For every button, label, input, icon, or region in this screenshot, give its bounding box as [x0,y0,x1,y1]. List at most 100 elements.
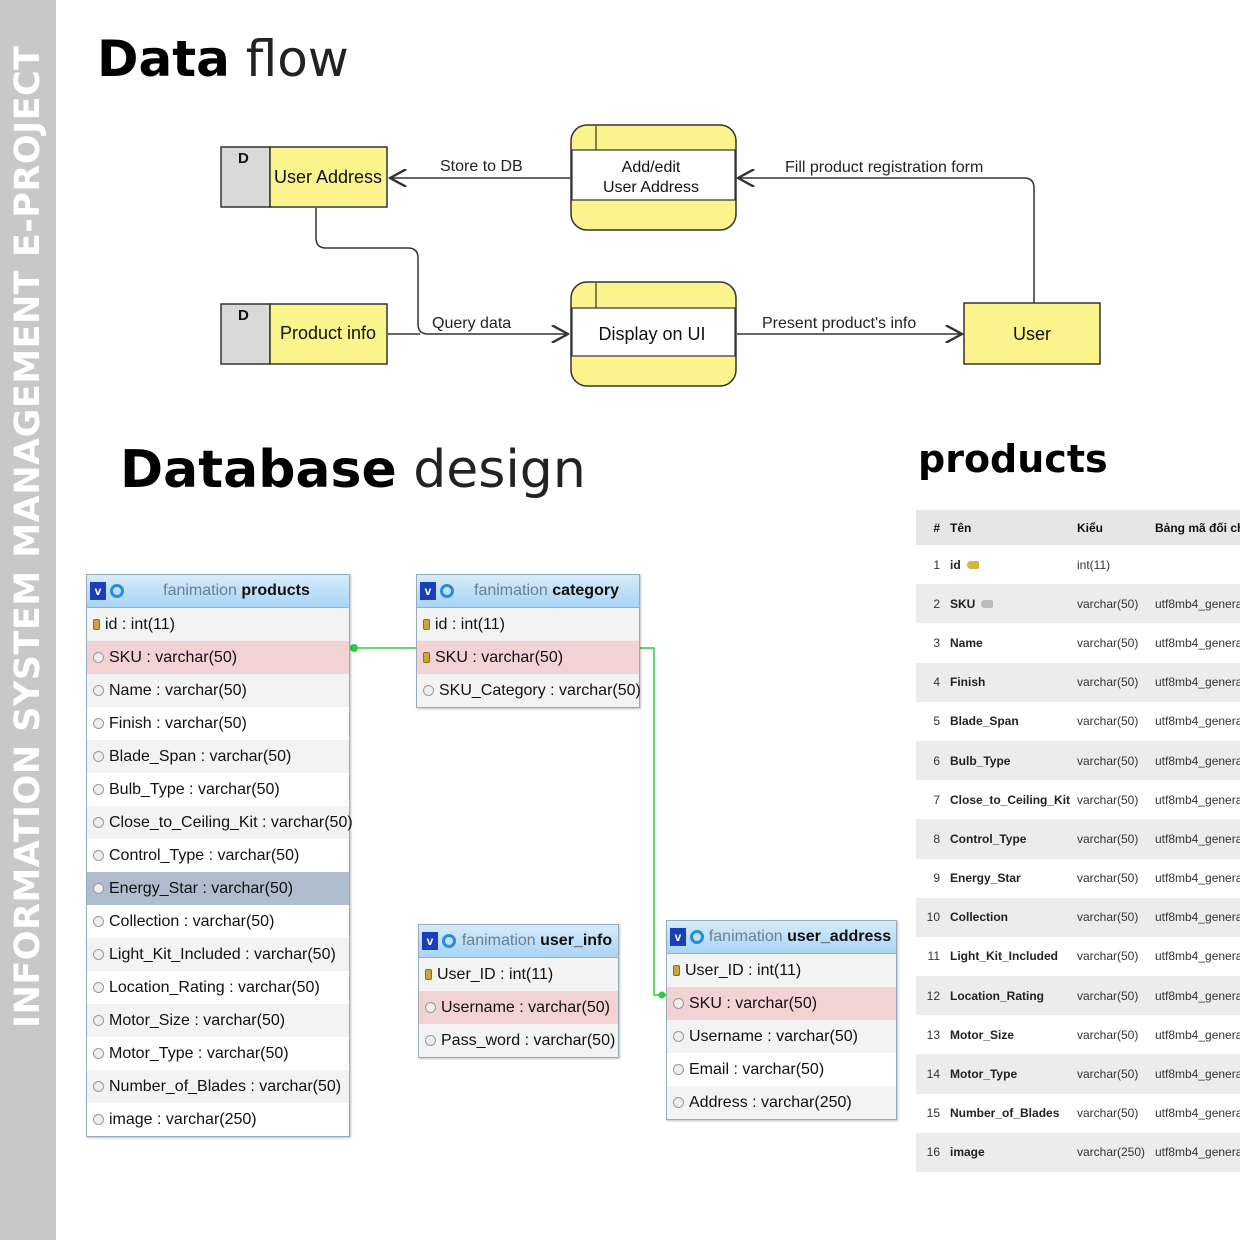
er-table-title: fanimation products [124,582,349,600]
er-field[interactable]: Username : varchar(50) [667,1020,896,1053]
column-type: varchar(50) [1077,949,1139,964]
er-field[interactable]: Number_of_Blades : varchar(50) [87,1070,349,1103]
er-table-user-info[interactable]: v fanimation user_info User_ID : int(11)… [418,924,619,1058]
primary-key-icon [966,560,979,569]
collapse-icon[interactable]: v [422,932,438,950]
field-label: Blade_Span : varchar(50) [109,747,292,765]
er-field[interactable]: SKU_Category : varchar(50) [417,674,641,707]
er-field[interactable]: Address : varchar(250) [667,1086,896,1119]
row-number: 16 [926,1145,940,1160]
er-field[interactable]: Energy_Star : varchar(50) [87,872,349,905]
field-label: Collection : varchar(50) [109,912,275,930]
er-field[interactable]: Light_Kit_Included : varchar(50) [87,938,349,971]
arrow-label-fill: Fill product registration form [785,159,983,176]
er-field-list: id : int(11) SKU : varchar(50) SKU_Categ… [417,608,641,707]
data-store-user-address: D User Address [220,146,388,208]
column-type: varchar(50) [1077,1106,1139,1121]
er-field[interactable]: Name : varchar(50) [87,674,349,707]
table-row[interactable]: 7 Close_to_Ceiling_Kit varchar(50) utf8mb4_… [916,780,1240,820]
er-field[interactable]: Close_to_Ceiling_Kit : varchar(50) [87,806,353,839]
er-field-list: User_ID : int(11) Username : varchar(50)… [419,958,618,1057]
gear-icon[interactable] [442,934,456,948]
er-field[interactable]: SKU : varchar(50) [417,641,639,674]
er-field[interactable]: Email : varchar(50) [667,1053,896,1086]
gear-icon[interactable] [690,930,704,944]
er-table-title: fanimation user_info [456,932,618,950]
column-name-text: Name [950,635,983,650]
table-row[interactable]: 16 image varchar(250) utf8mb4_general [916,1132,1240,1172]
er-field[interactable]: Motor_Type : varchar(50) [87,1037,349,1070]
table-row[interactable]: 2 SKU varchar(50) utf8mb4_general [916,584,1240,624]
gear-icon[interactable] [110,584,124,598]
field-icon [93,949,104,960]
er-table-category[interactable]: v fanimation category id : int(11) SKU :… [416,574,641,708]
er-field[interactable]: Pass_word : varchar(50) [419,1024,618,1057]
heading-bold: Database [120,440,397,500]
er-field-list: id : int(11) SKU : varchar(50) Name : va… [87,608,353,1136]
er-field[interactable]: Collection : varchar(50) [87,905,349,938]
column-name-text: Motor_Type [950,1067,1018,1082]
table-row[interactable]: 13 Motor_Size varchar(50) utf8mb4_general [916,1015,1240,1055]
er-table-header[interactable]: v fanimation user_info [419,925,618,958]
table-row[interactable]: 8 Control_Type varchar(50) utf8mb4_general [916,819,1240,859]
er-table-products[interactable]: v fanimation products id : int(11) SKU :… [86,574,353,1137]
er-field[interactable]: Bulb_Type : varchar(50) [87,773,349,806]
heading-light: design [413,440,586,500]
column-type: varchar(50) [1077,753,1139,768]
column-type: varchar(50) [1077,675,1139,690]
header-type[interactable]: Kiểu [1077,521,1155,535]
column-name: Motor_Size [950,1028,1077,1042]
er-field[interactable]: Finish : varchar(50) [87,707,349,740]
table-row[interactable]: 9 Energy_Star varchar(50) utf8mb4_general [916,858,1240,898]
field-label: Finish : varchar(50) [109,714,247,732]
collapse-icon[interactable]: v [420,582,436,600]
db-name: fanimation [474,582,548,599]
collapse-icon[interactable]: v [670,928,686,946]
field-icon [93,1048,104,1059]
column-name: Motor_Type [950,1067,1077,1081]
table-row[interactable]: 12 Location_Rating varchar(50) utf8mb4_gene… [916,976,1240,1016]
table-row[interactable]: 1 id int(11) [916,545,1240,585]
er-field[interactable]: id : int(11) [87,608,349,641]
column-name: image [950,1145,1077,1159]
entity-label: User [1013,324,1051,344]
er-field[interactable]: Location_Rating : varchar(50) [87,971,349,1004]
field-label: Pass_word : varchar(50) [441,1031,616,1049]
er-field[interactable]: SKU : varchar(50) [667,987,896,1020]
er-field[interactable]: Motor_Size : varchar(50) [87,1004,349,1037]
er-field[interactable]: Blade_Span : varchar(50) [87,740,349,773]
er-field[interactable]: SKU : varchar(50) [87,641,349,674]
er-table-user-address[interactable]: v fanimation user_address User_ID : int(… [666,920,897,1120]
field-label: SKU : varchar(50) [689,994,818,1012]
field-label: User_ID : int(11) [685,961,802,979]
header-collation[interactable]: Bảng mã đối ch [1155,521,1240,535]
er-field[interactable]: User_ID : int(11) [667,954,896,987]
relation-endpoint [658,991,666,999]
er-field[interactable]: image : varchar(250) [87,1103,349,1136]
field-label: Motor_Size : varchar(50) [109,1011,286,1029]
field-icon [93,718,104,729]
er-field[interactable]: Control_Type : varchar(50) [87,839,349,872]
field-icon [93,916,104,927]
field-label: Light_Kit_Included : varchar(50) [109,945,336,963]
gear-icon[interactable] [440,584,454,598]
table-row[interactable]: 15 Number_of_Blades varchar(50) utf8mb4_gen… [916,1093,1240,1133]
column-name: Energy_Star [950,871,1077,885]
table-row[interactable]: 6 Bulb_Type varchar(50) utf8mb4_general [916,740,1240,781]
table-row[interactable]: 10 Collection varchar(50) utf8mb4_general [916,897,1240,937]
table-row[interactable]: 5 Blade_Span varchar(50) utf8mb4_general [916,701,1240,741]
er-table-header[interactable]: v fanimation user_address [667,921,896,954]
table-row[interactable]: 3 Name varchar(50) utf8mb4_general [916,623,1240,663]
er-table-header[interactable]: v fanimation category [417,575,639,608]
er-field[interactable]: id : int(11) [417,608,639,641]
table-row[interactable]: 4 Finish varchar(50) utf8mb4_general [916,662,1240,702]
er-field[interactable]: Username : varchar(50) [419,991,618,1024]
field-label: id : int(11) [105,615,175,633]
header-name[interactable]: Tên [950,521,1077,535]
collapse-icon[interactable]: v [90,582,106,600]
er-field[interactable]: User_ID : int(11) [419,958,618,991]
table-row[interactable]: 11 Light_Kit_Included varchar(50) utf8mb4_g… [916,936,1240,977]
field-icon [93,652,104,663]
er-table-header[interactable]: v fanimation products [87,575,349,608]
table-row[interactable]: 14 Motor_Type varchar(50) utf8mb4_general [916,1054,1240,1094]
